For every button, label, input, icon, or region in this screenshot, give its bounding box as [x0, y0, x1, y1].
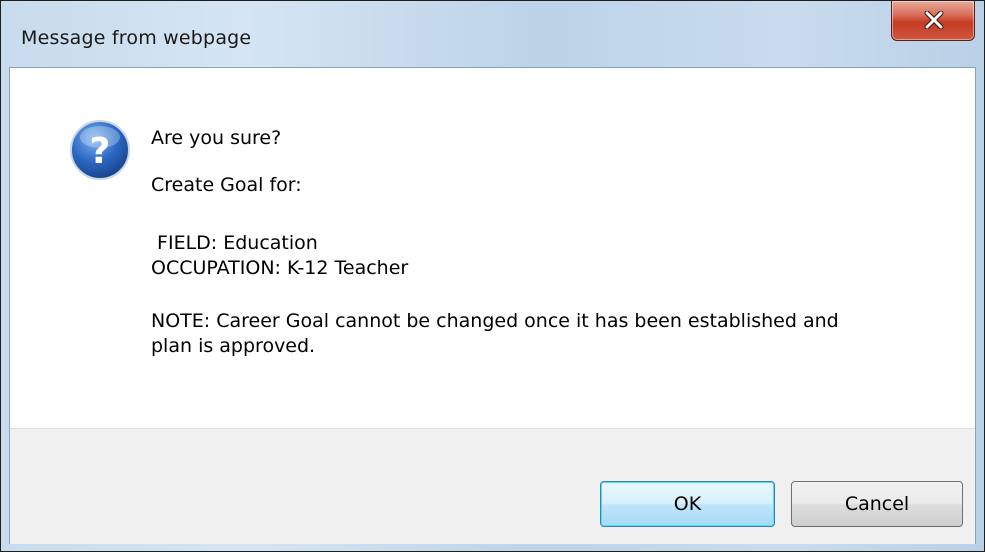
title-bar[interactable]: Message from webpage — [1, 1, 984, 66]
close-button[interactable] — [891, 1, 975, 41]
message-text: Are you sure? Create Goal for: FIELD: Ed… — [151, 126, 839, 359]
question-text: Are you sure? — [151, 127, 282, 149]
dialog-client-area: ? Are you sure? Create Goal for: FIELD: … — [9, 67, 976, 544]
field-text: FIELD: Education — [151, 232, 318, 254]
note-text-line-2: plan is approved. — [151, 335, 316, 357]
button-bar: OK Cancel — [10, 428, 975, 544]
message-dialog-window: Message from webpage ? Are you sure? Cre… — [0, 0, 985, 552]
svg-text:?: ? — [90, 131, 111, 172]
cancel-button[interactable]: Cancel — [791, 481, 963, 527]
close-x-icon — [924, 11, 944, 29]
create-goal-text: Create Goal for: — [151, 174, 302, 196]
window-title: Message from webpage — [21, 27, 252, 49]
question-icon: ? — [70, 120, 130, 180]
message-content: ? Are you sure? Create Goal for: FIELD: … — [10, 68, 975, 428]
occupation-text: OCCUPATION: K-12 Teacher — [151, 257, 409, 279]
ok-button[interactable]: OK — [600, 481, 775, 527]
note-text-line-1: NOTE: Career Goal cannot be changed once… — [151, 310, 839, 332]
